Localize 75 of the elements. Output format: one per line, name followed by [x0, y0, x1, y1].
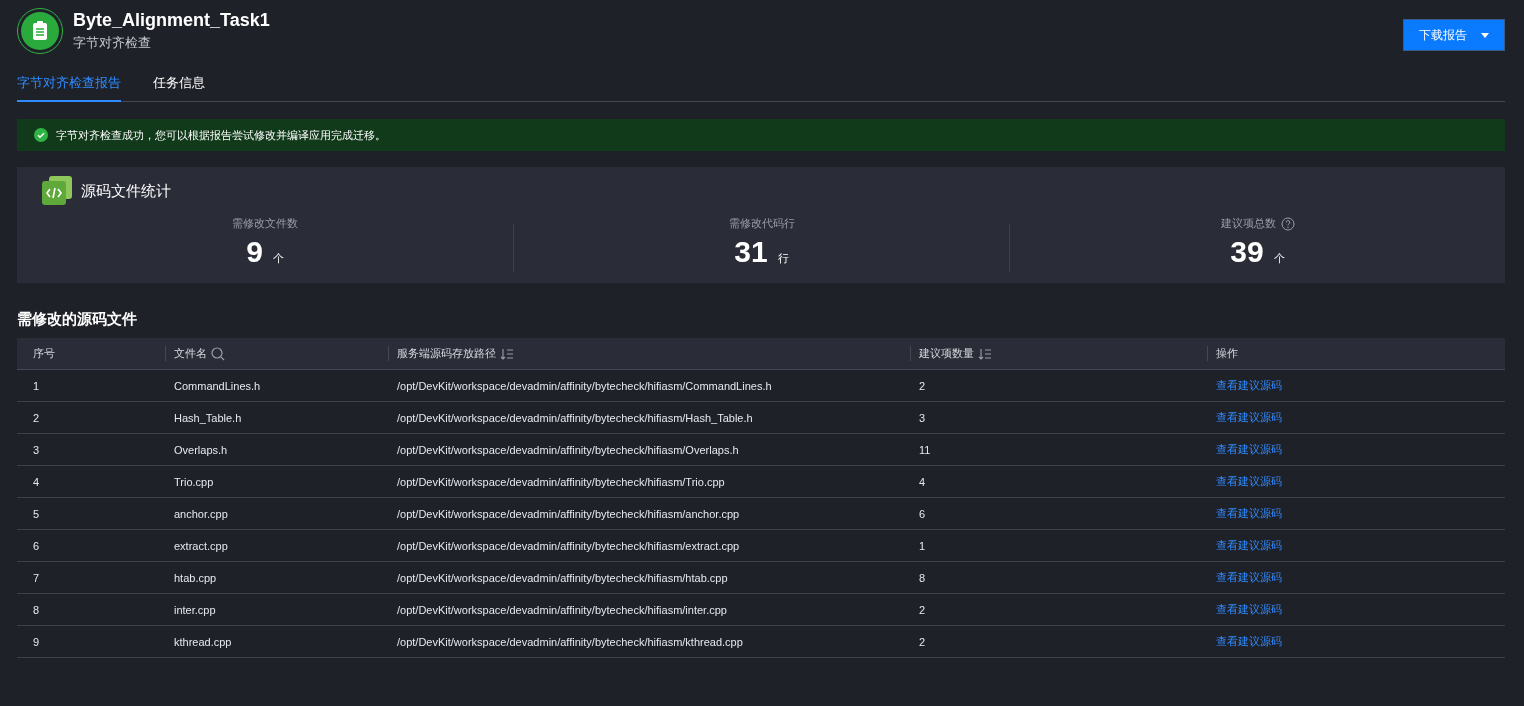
stat-label: 建议项总数	[1220, 216, 1276, 231]
stat-unit: 个	[1273, 251, 1285, 266]
table-cell-text: 1	[32, 379, 40, 392]
table-cell-text: 4	[32, 475, 40, 488]
table-cell-text: /opt/DevKit/workspace/devadmin/affinity/bytecheck/hifiasm/CommandLines.h	[396, 379, 772, 392]
table-cell-text: 6	[918, 507, 926, 520]
download-report-button[interactable]: 下载报告	[1403, 19, 1505, 51]
column-header: 序号	[33, 346, 55, 361]
column-header: 文件名	[174, 346, 207, 361]
table-cell-text: 2	[32, 411, 40, 424]
view-suggestions-link[interactable]: 查看建议源码	[1207, 442, 1282, 457]
task-subtitle: 字节对齐检查	[73, 34, 152, 52]
table-cell-text: 5	[32, 507, 40, 520]
stat-label: 需修改代码行	[728, 216, 795, 231]
table-cell-text: 8	[32, 603, 40, 616]
table-cell-text: 7	[32, 571, 40, 584]
table-cell-text: 1	[918, 539, 926, 552]
stat-unit: 个	[272, 251, 284, 266]
view-suggestions-link[interactable]: 查看建议源码	[1207, 634, 1282, 649]
table-cell-text: /opt/DevKit/workspace/devadmin/affinity/bytecheck/hifiasm/inter.cpp	[396, 603, 727, 616]
alert-message: 字节对齐检查成功，您可以根据报告尝试修改并编译应用完成迁移。	[56, 127, 386, 143]
table-cell-text: CommandLines.h	[173, 379, 261, 392]
table-cell-text: /opt/DevKit/workspace/devadmin/affinity/bytecheck/hifiasm/htab.cpp	[396, 571, 728, 584]
table-cell-text: 11	[918, 443, 931, 456]
task-title: Byte_Alignment_Task1	[73, 10, 270, 31]
table-cell-text: 3	[918, 411, 926, 424]
table-cell-text: inter.cpp	[173, 603, 216, 616]
table-cell-text: 2	[918, 603, 926, 616]
stat-value: 9	[246, 235, 263, 269]
table-cell-text: /opt/DevKit/workspace/devadmin/affinity/bytecheck/hifiasm/Trio.cpp	[396, 475, 725, 488]
view-suggestions-link[interactable]: 查看建议源码	[1207, 506, 1282, 521]
section-title: 需修改的源码文件	[17, 310, 138, 329]
sort-icon[interactable]	[500, 347, 514, 360]
table-cell-text: /opt/DevKit/workspace/devadmin/affinity/bytecheck/hifiasm/kthread.cpp	[396, 635, 743, 648]
clipboard-icon	[32, 21, 48, 41]
code-file-icon	[41, 176, 73, 206]
table-cell-text: /opt/DevKit/workspace/devadmin/affinity/bytecheck/hifiasm/Hash_Table.h	[396, 411, 753, 424]
table-cell-text: Trio.cpp	[173, 475, 214, 488]
caret-icon	[1481, 32, 1489, 38]
table-cell-text: Overlaps.h	[173, 443, 228, 456]
view-suggestions-link[interactable]: 查看建议源码	[1207, 410, 1282, 425]
table-cell-text: anchor.cpp	[173, 507, 228, 520]
view-suggestions-link[interactable]: 查看建议源码	[1207, 602, 1282, 617]
view-suggestions-link[interactable]: 查看建议源码	[1207, 378, 1282, 393]
help-icon[interactable]	[1280, 216, 1295, 231]
column-header: 操作	[1216, 346, 1238, 361]
view-suggestions-link[interactable]: 查看建议源码	[1207, 570, 1282, 585]
table-cell-text: /opt/DevKit/workspace/devadmin/affinity/bytecheck/hifiasm/anchor.cpp	[396, 507, 740, 520]
stat-label: 需修改文件数	[232, 216, 298, 231]
table-cell-text: /opt/DevKit/workspace/devadmin/affinity/bytecheck/hifiasm/Overlaps.h	[396, 443, 739, 456]
view-suggestions-link[interactable]: 查看建议源码	[1207, 538, 1282, 553]
table-cell-text: htab.cpp	[173, 571, 217, 584]
check-circle-icon	[34, 128, 48, 142]
table-cell-text: /opt/DevKit/workspace/devadmin/affinity/bytecheck/hifiasm/extract.cpp	[396, 539, 740, 552]
tab[interactable]: 任务信息	[153, 70, 205, 102]
column-header: 服务端源码存放路径	[397, 346, 496, 361]
table-cell-text: 2	[918, 379, 926, 392]
table-cell-text: 8	[918, 571, 926, 584]
stat-value: 31	[734, 235, 768, 269]
table-cell-text: 9	[32, 635, 40, 648]
view-suggestions-link[interactable]: 查看建议源码	[1207, 474, 1282, 489]
table-cell-text: 3	[32, 443, 40, 456]
table-cell-text: 4	[918, 475, 926, 488]
table-cell-text: 6	[32, 539, 40, 552]
stat-value: 39	[1230, 235, 1264, 269]
table-cell-text: Hash_Table.h	[173, 411, 242, 424]
table-cell-text: kthread.cpp	[173, 635, 232, 648]
table-cell-text: extract.cpp	[173, 539, 228, 552]
column-header: 建议项数量	[919, 346, 974, 361]
stats-title: 源码文件统计	[81, 181, 171, 201]
tab[interactable]: 字节对齐检查报告	[17, 70, 121, 102]
search-icon[interactable]	[211, 346, 225, 361]
stat-unit: 行	[777, 251, 789, 266]
table-cell-text: 2	[918, 635, 926, 648]
sort-icon[interactable]	[978, 347, 992, 360]
